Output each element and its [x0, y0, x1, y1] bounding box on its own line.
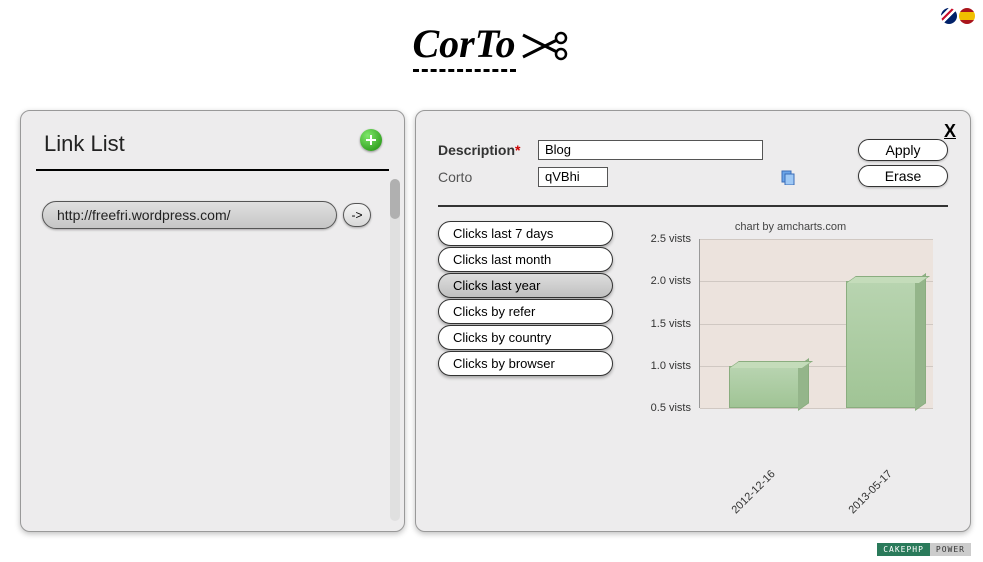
app-logo: CorTo: [412, 20, 570, 72]
scrollbar-thumb[interactable]: [390, 179, 400, 219]
y-tick-label: 2.5 vists: [651, 233, 691, 245]
description-input[interactable]: [538, 140, 763, 160]
x-tick-label: 2012-12-16: [729, 468, 777, 516]
filter-last-month[interactable]: Clicks last month: [438, 247, 613, 272]
description-label: Description*: [438, 142, 538, 158]
description-label-text: Description: [438, 142, 515, 158]
link-detail-panel: X Description* Apply Erase Corto C: [415, 110, 971, 532]
link-url[interactable]: http://freefri.wordpress.com/: [42, 201, 337, 229]
corto-label: Corto: [438, 169, 538, 185]
copy-icon[interactable]: [780, 169, 796, 185]
link-list-panel: Link List http://freefri.wordpress.com/ …: [20, 110, 405, 532]
y-tick-label: 2.0 vists: [651, 275, 691, 287]
clicks-chart: 0.5 vists 1.0 vists 1.5 vists 2.0 vists 2.5 …: [633, 235, 933, 420]
x-tick-label: 2013-05-17: [846, 468, 894, 516]
link-row: http://freefri.wordpress.com/ ->: [42, 201, 389, 229]
close-button[interactable]: X: [944, 121, 956, 142]
logo-text: CorTo: [412, 20, 515, 72]
chart-credit: chart by amcharts.com: [633, 221, 948, 233]
chart-container: chart by amcharts.com 0.5 vists 1.0 vists…: [633, 221, 948, 420]
corto-input[interactable]: [538, 167, 608, 187]
filter-by-country[interactable]: Clicks by country: [438, 325, 613, 350]
footer-power: POWER: [930, 543, 971, 556]
filter-last-7-days[interactable]: Clicks last 7 days: [438, 221, 613, 246]
open-link-button[interactable]: ->: [343, 203, 371, 227]
chart-bar: [729, 366, 799, 408]
filter-by-refer[interactable]: Clicks by refer: [438, 299, 613, 324]
scissors-icon: [521, 31, 571, 61]
erase-button[interactable]: Erase: [858, 165, 948, 187]
chart-bar: [846, 281, 916, 408]
divider: [438, 205, 948, 207]
scrollbar[interactable]: [390, 179, 400, 521]
y-tick-label: 1.5 vists: [651, 318, 691, 330]
footer-brand: CAKEPHP: [877, 543, 930, 556]
footer-badge: CAKEPHP POWER: [877, 543, 971, 556]
flag-en-icon[interactable]: [941, 8, 957, 24]
link-list-title: Link List: [36, 131, 389, 157]
filter-list: Clicks last 7 days Clicks last month Cli…: [438, 221, 613, 420]
filter-by-browser[interactable]: Clicks by browser: [438, 351, 613, 376]
filter-last-year[interactable]: Clicks last year: [438, 273, 613, 298]
language-flags: [941, 8, 975, 24]
divider: [36, 169, 389, 171]
flag-es-icon[interactable]: [959, 8, 975, 24]
add-link-button[interactable]: [360, 129, 382, 151]
y-tick-label: 1.0 vists: [651, 360, 691, 372]
y-tick-label: 0.5 vists: [651, 402, 691, 414]
apply-button[interactable]: Apply: [858, 139, 948, 161]
required-marker: *: [515, 142, 520, 158]
